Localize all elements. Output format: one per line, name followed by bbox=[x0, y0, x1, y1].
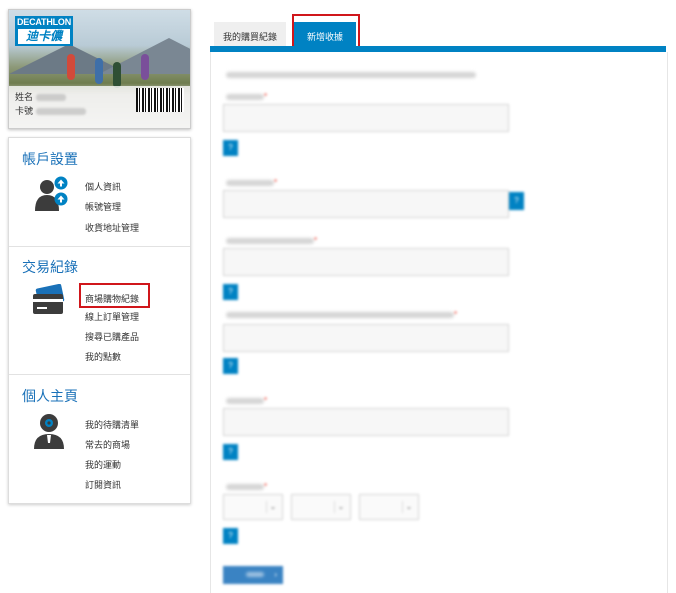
help-button[interactable]: ? bbox=[509, 192, 524, 210]
transaction-code-input[interactable] bbox=[223, 324, 509, 352]
link-personal-info[interactable]: 個人資訊 bbox=[85, 180, 121, 193]
card-number-label: 卡號 bbox=[15, 106, 34, 116]
year-select[interactable]: ⌄ bbox=[223, 494, 283, 520]
card-number-row: 卡號 bbox=[15, 104, 87, 117]
arrow-right-icon: › bbox=[274, 570, 277, 579]
receipt-number-input[interactable] bbox=[223, 190, 509, 218]
submit-button[interactable]: › bbox=[223, 566, 283, 584]
link-online-orders[interactable]: 線上訂單管理 bbox=[85, 310, 139, 323]
field-label: * bbox=[223, 482, 267, 491]
card-barcode bbox=[136, 88, 184, 112]
form-intro-text bbox=[223, 70, 476, 79]
field-label: * bbox=[223, 92, 267, 101]
link-shipping-address[interactable]: 收貨地址管理 bbox=[85, 221, 139, 234]
link-my-sports[interactable]: 我的運動 bbox=[85, 458, 121, 471]
amount-input[interactable] bbox=[223, 408, 509, 436]
decathlon-logo: DECATHLON 迪卡儂 bbox=[15, 16, 73, 46]
card-name-label: 姓名 bbox=[15, 92, 34, 102]
link-search-purchased[interactable]: 搜尋已購產品 bbox=[85, 330, 139, 343]
card-name-row: 姓名 bbox=[15, 90, 67, 103]
add-receipt-form: * ? * ? * ? * ? * ? * ⌄ ⌄ ⌄ ? › bbox=[210, 52, 668, 593]
chevron-down-icon: ⌄ bbox=[402, 501, 415, 513]
section-title: 個人主頁 bbox=[22, 388, 78, 404]
field-label: * bbox=[223, 178, 277, 187]
link-subscriptions[interactable]: 訂閱資訊 bbox=[85, 478, 121, 491]
user-upload-icon bbox=[35, 176, 68, 211]
member-card: DECATHLON 迪卡儂 姓名 卡號 bbox=[8, 9, 191, 129]
divider bbox=[9, 374, 190, 375]
link-wishlist[interactable]: 我的待購清單 bbox=[85, 418, 139, 431]
section-title: 帳戶設置 bbox=[22, 151, 78, 167]
section-title: 交易紀錄 bbox=[22, 259, 78, 275]
highlight-box bbox=[79, 283, 150, 308]
user-gear-icon bbox=[34, 414, 64, 449]
help-button[interactable]: ? bbox=[223, 444, 238, 460]
help-button[interactable]: ? bbox=[223, 284, 238, 300]
credit-card-icon bbox=[33, 284, 65, 314]
field-label: * bbox=[223, 236, 317, 245]
sidebar: 帳戶設置 個人資訊 帳號管理 收貨地址管理 交易紀錄 商場購物紀錄 線上訂單管理… bbox=[8, 137, 191, 504]
help-button[interactable]: ? bbox=[223, 140, 238, 156]
field-label: * bbox=[223, 396, 267, 405]
chevron-down-icon: ⌄ bbox=[266, 501, 279, 513]
day-select[interactable]: ⌄ bbox=[359, 494, 419, 520]
store-code-input[interactable] bbox=[223, 104, 509, 132]
link-favorite-stores[interactable]: 常去的商場 bbox=[85, 438, 130, 451]
month-select[interactable]: ⌄ bbox=[291, 494, 351, 520]
invoice-field-input[interactable] bbox=[223, 248, 509, 276]
divider bbox=[9, 246, 190, 247]
link-account-management[interactable]: 帳號管理 bbox=[85, 200, 121, 213]
field-label: * bbox=[223, 310, 457, 319]
link-my-points[interactable]: 我的點數 bbox=[85, 350, 121, 363]
help-button[interactable]: ? bbox=[223, 358, 238, 374]
help-button[interactable]: ? bbox=[223, 528, 238, 544]
chevron-down-icon: ⌄ bbox=[334, 501, 347, 513]
